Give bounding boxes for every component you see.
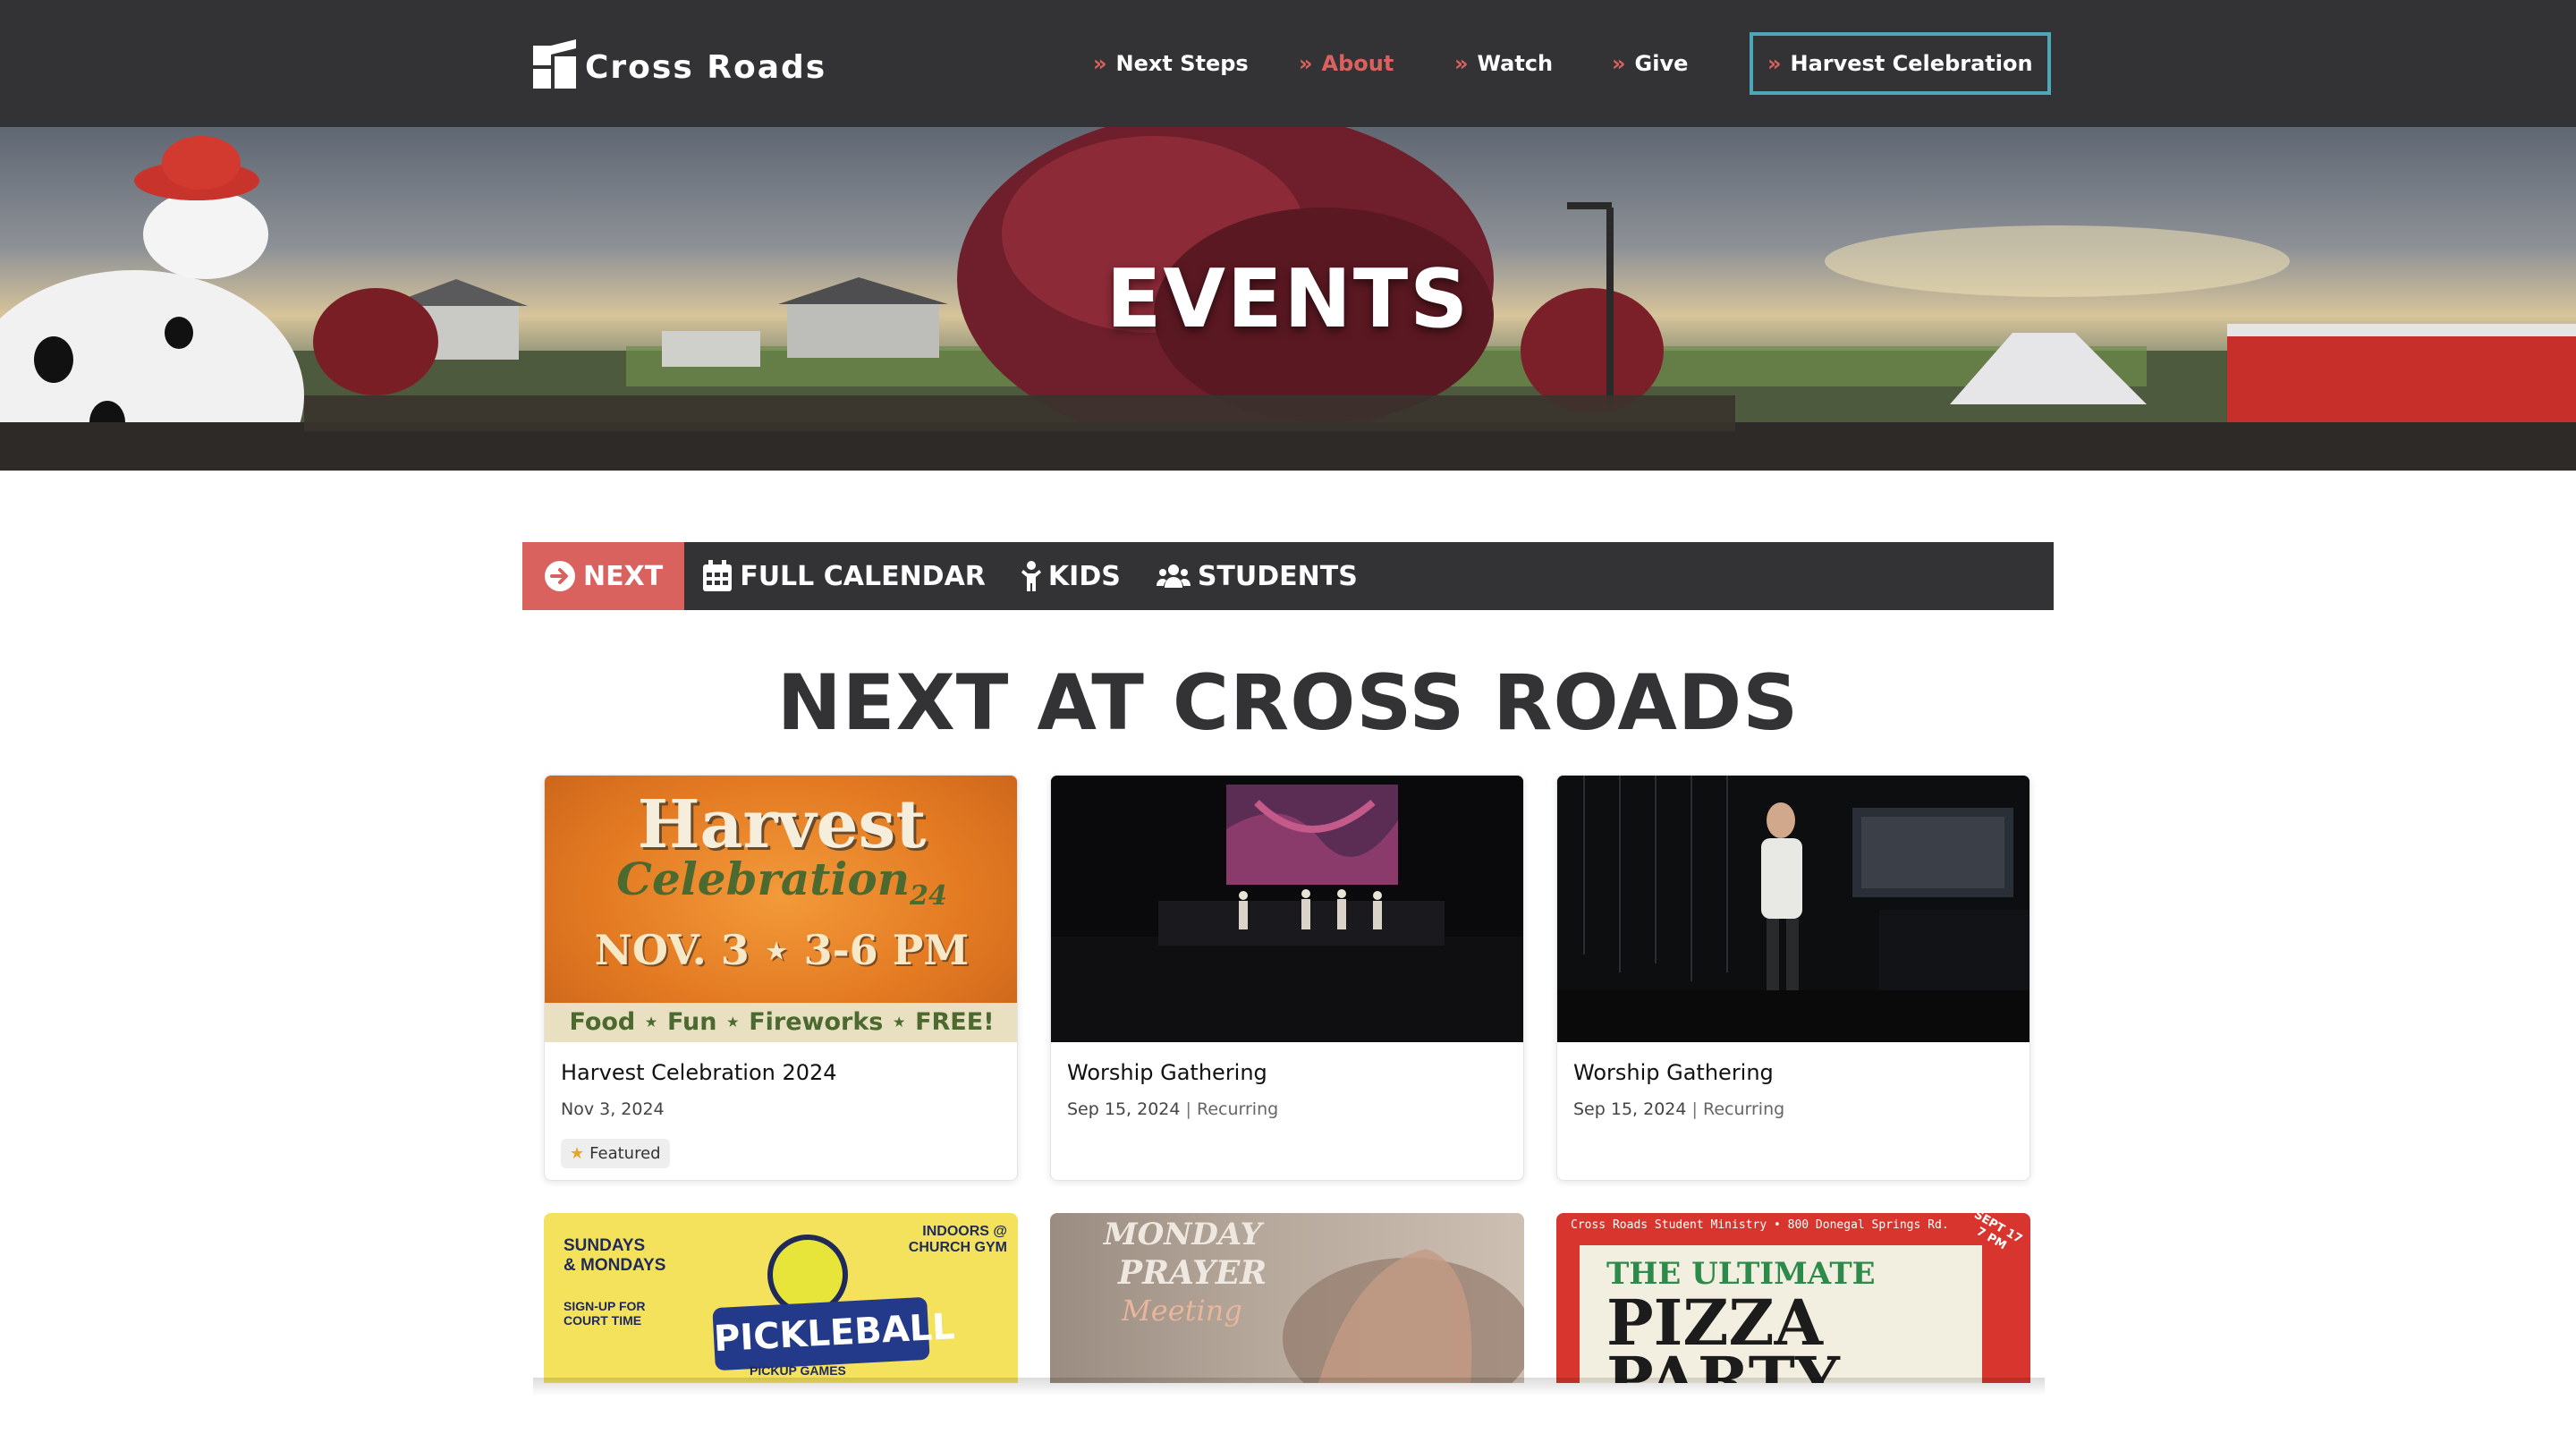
nav-marker: »: [1454, 51, 1469, 76]
cross-roads-logo-icon: [533, 39, 576, 89]
nav-next-steps[interactable]: » Next Steps: [1093, 32, 1249, 95]
event-card-pizza-party[interactable]: Cross Roads Student Ministry • 800 Doneg…: [1556, 1213, 2030, 1383]
event-title[interactable]: Worship Gathering: [1573, 1060, 2013, 1085]
prayer-line-3: Meeting: [1122, 1294, 1242, 1328]
nav-harvest-celebration-button[interactable]: » Harvest Celebration: [1750, 32, 2051, 95]
prayer-line-2: PRAYER: [1118, 1254, 1267, 1292]
harvest-art-subtitle: Celebration24: [616, 853, 947, 912]
event-date: Nov 3, 2024: [561, 1099, 665, 1119]
tab-next[interactable]: NEXT: [522, 542, 685, 610]
child-icon: [1021, 561, 1041, 591]
pickleball-location: INDOORS @ CHURCH GYM: [908, 1224, 1007, 1255]
site-header: Cross Roads » Next Steps » About » Watch…: [0, 0, 2576, 127]
event-card-worship-1[interactable]: Worship Gathering Sep 15, 2024 | Recurri…: [1050, 775, 1524, 1181]
nav-marker: »: [1612, 51, 1626, 76]
nav-label: Harvest Celebration: [1790, 51, 2033, 76]
nav-marker: »: [1767, 51, 1782, 76]
event-title[interactable]: Harvest Celebration 2024: [561, 1060, 1001, 1085]
harvest-art-date: NOV. 3 ⋆ 3-6 PM: [594, 926, 970, 974]
nav-marker: »: [1299, 51, 1313, 76]
event-meta: Sep 15, 2024 | Recurring: [1573, 1099, 2013, 1119]
nav-label: Watch: [1477, 51, 1554, 76]
tab-label: FULL CALENDAR: [740, 560, 986, 592]
nav-give[interactable]: » Give: [1612, 32, 1688, 95]
harvest-celebration-image: Harvest Celebration24 NOV. 3 ⋆ 3-6 PM Fo…: [545, 776, 1017, 1042]
pickleball-subtitle: PICKUP GAMES: [750, 1363, 846, 1378]
event-title[interactable]: Worship Gathering: [1067, 1060, 1507, 1085]
recurring-label: Recurring: [1196, 1099, 1279, 1119]
tab-students[interactable]: STUDENTS: [1139, 542, 1376, 610]
users-icon: [1156, 564, 1191, 589]
tab-label: NEXT: [583, 560, 664, 592]
meta-separator: |: [1691, 1099, 1698, 1119]
recurring-label: Recurring: [1702, 1099, 1785, 1119]
arrow-right-circle-icon: [544, 560, 576, 592]
tab-full-calendar[interactable]: FULL CALENDAR: [684, 542, 1004, 610]
prayer-line-1: MONDAY: [1104, 1217, 1262, 1252]
meta-separator: |: [1185, 1099, 1191, 1119]
pickleball-signup: SIGN-UP FOR COURT TIME: [564, 1299, 646, 1328]
pickleball-title: PICKLEBALL: [712, 1296, 956, 1371]
featured-badge: ★ Featured: [561, 1139, 670, 1168]
event-date: Sep 15, 2024: [1573, 1099, 1687, 1119]
event-card-worship-2[interactable]: Worship Gathering Sep 15, 2024 | Recurri…: [1556, 775, 2030, 1181]
event-meta: Sep 15, 2024 | Recurring: [1067, 1099, 1507, 1119]
nav-marker: »: [1093, 51, 1107, 76]
hero-banner: EVENTS: [0, 127, 2576, 471]
section-title: NEXT AT CROSS ROADS: [776, 658, 1800, 748]
nav-about[interactable]: » About: [1299, 32, 1394, 95]
pizza-ministry-line: Cross Roads Student Ministry • 800 Doneg…: [1571, 1218, 1949, 1232]
pickleball-days: SUNDAYS & MONDAYS: [564, 1236, 666, 1275]
tab-label: KIDS: [1047, 560, 1121, 592]
hero-title: EVENTS: [1106, 252, 1470, 346]
badge-label: Featured: [589, 1144, 661, 1163]
tab-kids[interactable]: KIDS: [1004, 542, 1139, 610]
worship-speaker-image: [1557, 776, 2029, 1042]
worship-band-image: [1051, 776, 1523, 1042]
event-card-harvest[interactable]: Harvest Celebration24 NOV. 3 ⋆ 3-6 PM Fo…: [544, 775, 1018, 1181]
harvest-art-strip: Food ⋆ Fun ⋆ Fireworks ⋆ FREE!: [545, 1003, 1017, 1042]
monday-prayer-image: MONDAY PRAYER Meeting: [1050, 1213, 1524, 1383]
star-icon: ★: [570, 1144, 585, 1163]
nav-label: Next Steps: [1115, 51, 1249, 76]
events-tab-bar: NEXT FULL CALENDAR KIDS STUDENTS: [522, 542, 2054, 610]
nav-label: About: [1321, 51, 1394, 76]
site-logo[interactable]: Cross Roads: [533, 39, 827, 89]
tab-label: STUDENTS: [1197, 560, 1358, 592]
pizza-party-image: Cross Roads Student Ministry • 800 Doneg…: [1556, 1213, 2030, 1383]
event-card-pickleball[interactable]: SUNDAYS & MONDAYS SIGN-UP FOR COURT TIME…: [544, 1213, 1018, 1383]
nav-watch[interactable]: » Watch: [1454, 32, 1553, 95]
event-card-prayer[interactable]: MONDAY PRAYER Meeting: [1050, 1213, 1524, 1383]
logo-text: Cross Roads: [585, 48, 827, 86]
event-date: Sep 15, 2024: [1067, 1099, 1181, 1119]
nav-label: Give: [1634, 51, 1689, 76]
calendar-icon: [702, 560, 733, 592]
pickleball-image: SUNDAYS & MONDAYS SIGN-UP FOR COURT TIME…: [544, 1213, 1018, 1383]
scroll-fade: [533, 1378, 2045, 1396]
